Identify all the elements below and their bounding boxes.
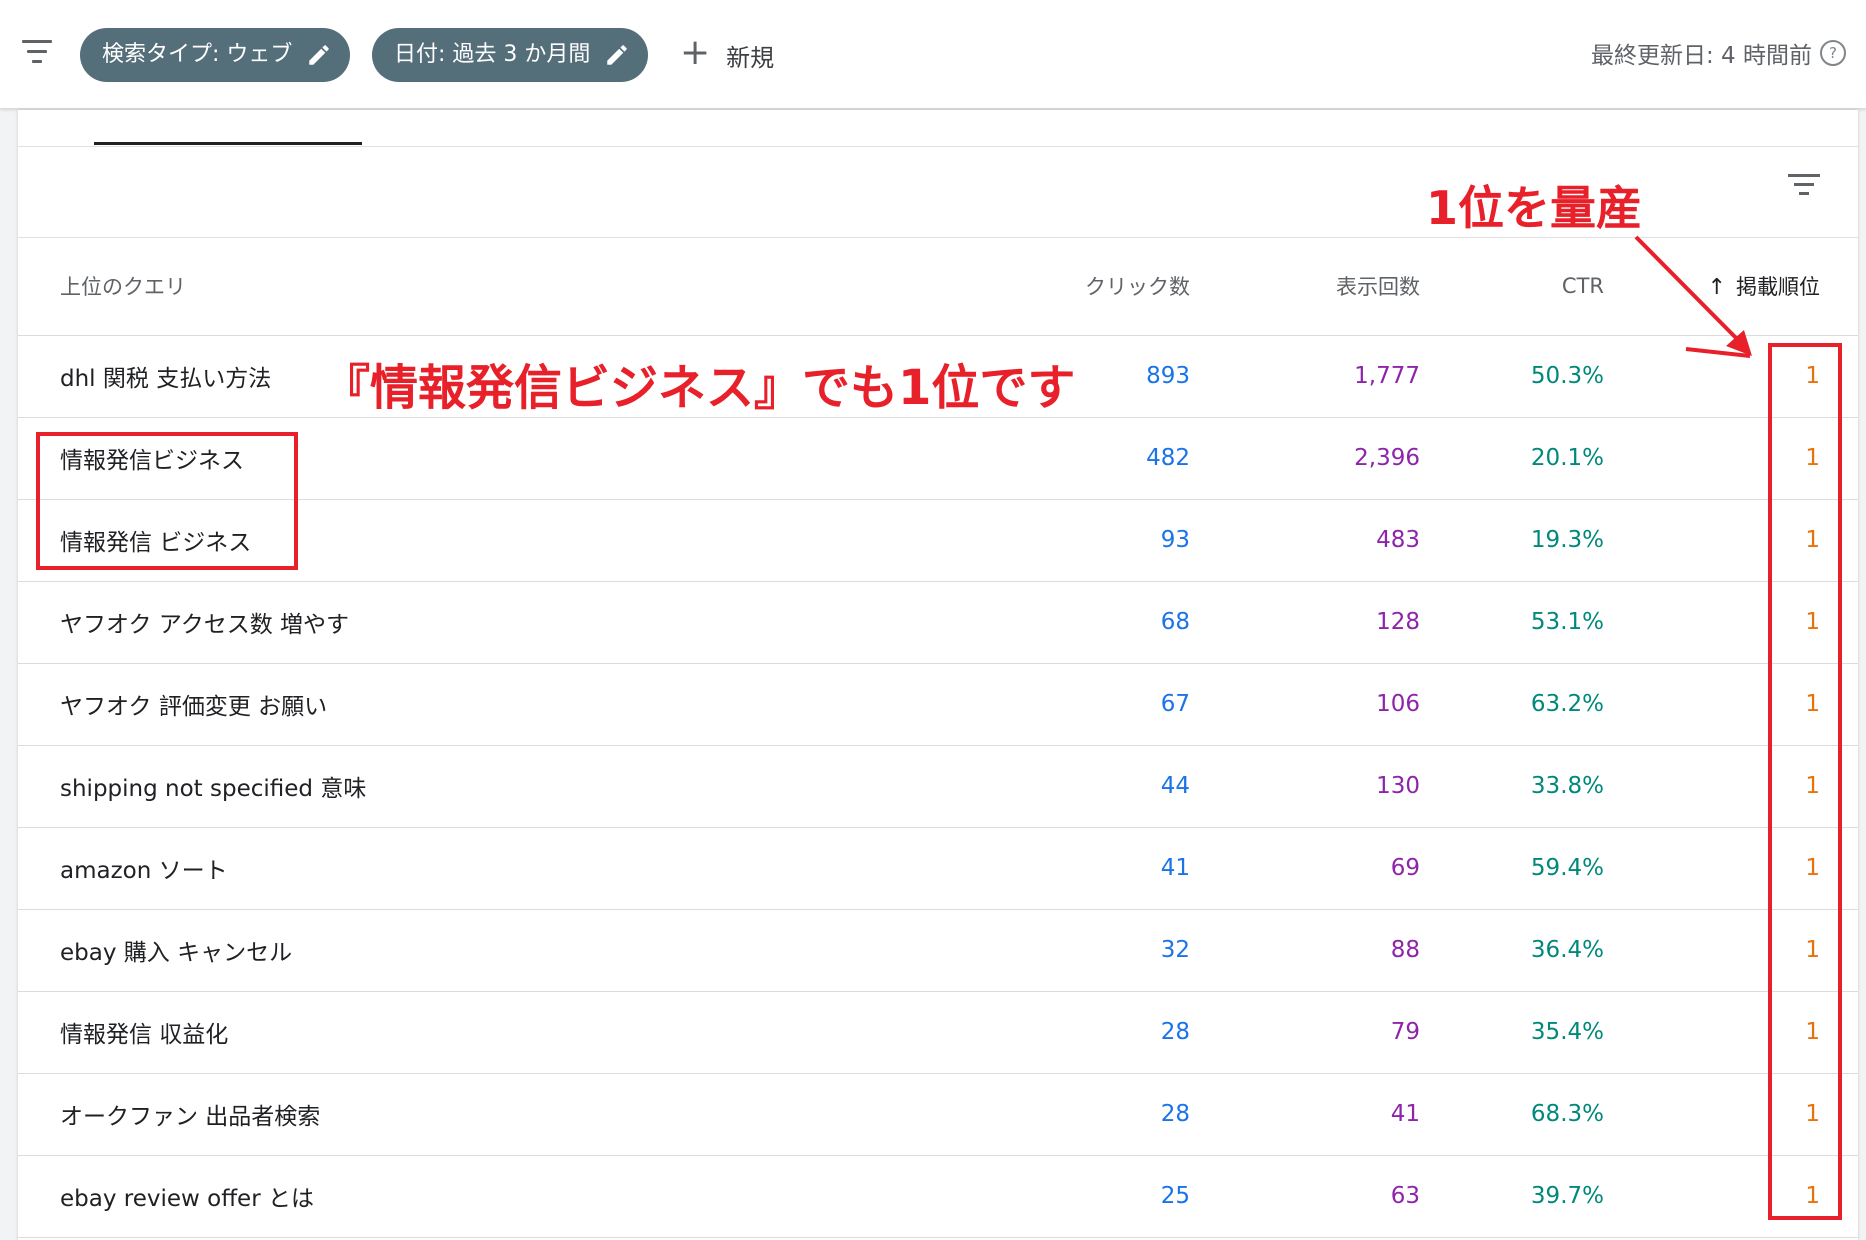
annotation-arrows xyxy=(1634,235,1752,358)
annotation-arrow-line xyxy=(1634,235,1750,352)
